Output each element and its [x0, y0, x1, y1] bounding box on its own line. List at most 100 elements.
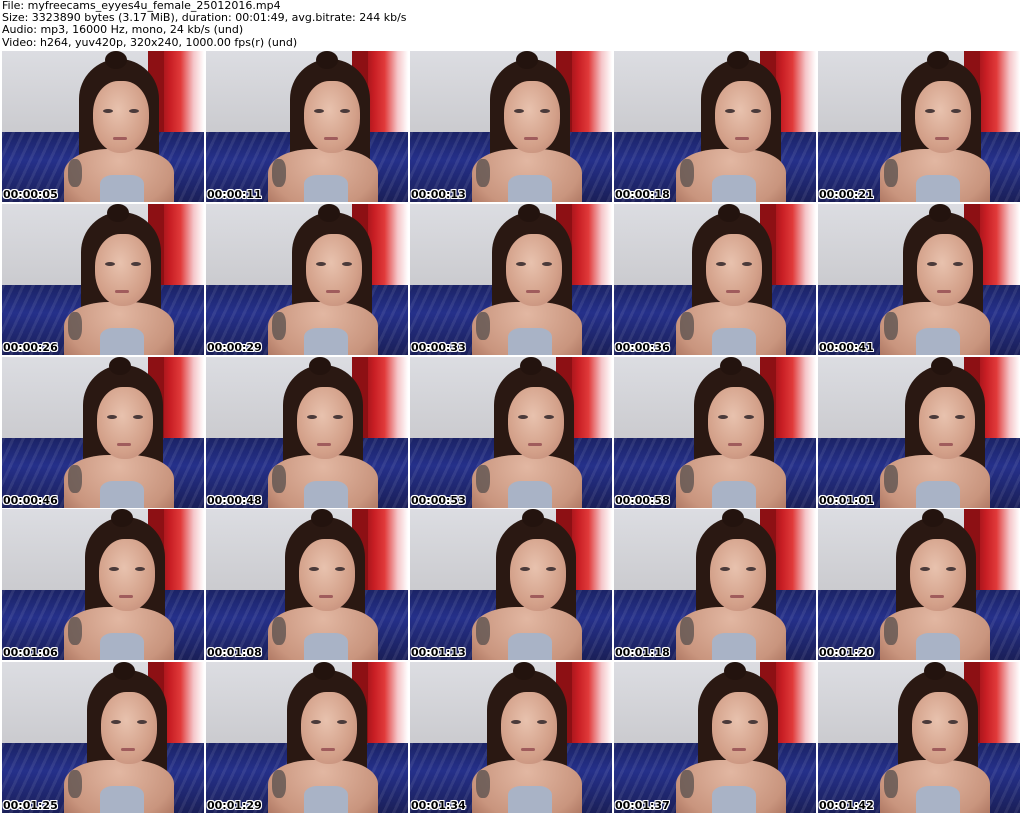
video-thumbnail: 00:01:01	[818, 356, 1020, 508]
left-eye	[720, 567, 730, 572]
arm-tattoo	[680, 159, 694, 187]
right-eye	[542, 261, 552, 266]
right-eye	[335, 567, 345, 572]
video-line: Video: h264, yuv420p, 320x240, 1000.00 f…	[2, 35, 298, 49]
timestamp-label: 00:00:18	[615, 188, 670, 201]
arm-tattoo	[680, 311, 694, 340]
left-eye	[716, 261, 726, 266]
timestamp-label: 00:01:08	[207, 646, 262, 660]
left-eye	[109, 567, 119, 572]
hair-bun	[318, 203, 340, 222]
hair-bun	[316, 51, 338, 69]
video-thumbnail: 00:01:06	[2, 509, 204, 661]
video-thumbnail: 00:00:58	[614, 356, 816, 508]
timestamp-label: 00:00:33	[411, 340, 466, 354]
hair-bun	[518, 203, 540, 222]
arm-tattoo	[476, 617, 490, 646]
right-eye	[751, 109, 761, 113]
timestamp-label: 00:01:20	[819, 646, 874, 660]
face	[506, 233, 562, 306]
hair-bun	[109, 356, 131, 375]
right-eye	[135, 567, 145, 572]
tank-top	[712, 175, 756, 202]
video-thumbnail: 00:01:25	[2, 662, 204, 813]
mouth	[937, 289, 951, 293]
hair-bun	[722, 509, 744, 528]
timestamp-label: 00:00:26	[3, 340, 58, 354]
tank-top	[508, 175, 552, 202]
mouth	[530, 595, 544, 599]
face	[912, 692, 968, 764]
face	[501, 692, 557, 764]
face	[706, 233, 762, 306]
timestamp-label: 00:00:11	[207, 188, 262, 201]
hair-bun	[727, 51, 749, 69]
face	[710, 539, 766, 612]
hair-bun	[922, 509, 944, 528]
video-thumbnail: 00:01:42	[818, 662, 1020, 813]
face	[297, 386, 353, 459]
mouth	[117, 442, 131, 446]
audio-line: Audio: mp3, 16000 Hz, mono, 24 kb/s (und…	[2, 23, 244, 37]
video-thumbnail: 00:00:46	[2, 356, 204, 508]
hair-bun	[931, 356, 953, 375]
timestamp-label: 00:01:42	[819, 799, 874, 812]
right-eye	[744, 414, 754, 419]
hair-bun	[513, 662, 535, 680]
left-eye	[927, 261, 937, 266]
face	[915, 81, 971, 153]
mouth	[939, 442, 953, 446]
video-thumbnail: 00:01:13	[410, 509, 612, 661]
timestamp-label: 00:01:01	[819, 493, 874, 507]
timestamp-label: 00:00:53	[411, 493, 466, 507]
mouth	[319, 595, 333, 599]
left-eye	[718, 414, 728, 419]
mouth	[735, 137, 749, 140]
arm-tattoo	[68, 770, 82, 798]
tank-top	[508, 327, 552, 355]
left-eye	[929, 414, 939, 419]
face	[708, 386, 764, 459]
left-eye	[520, 567, 530, 572]
arm-tattoo	[272, 617, 286, 646]
tank-top	[100, 327, 144, 355]
face	[299, 539, 355, 612]
face	[919, 386, 975, 459]
arm-tattoo	[68, 464, 82, 493]
mouth	[115, 289, 129, 293]
video-thumbnail: 00:00:41	[818, 203, 1020, 355]
left-eye	[925, 109, 935, 113]
left-eye	[518, 414, 528, 419]
timestamp-label: 00:01:18	[615, 646, 670, 660]
face	[101, 692, 157, 764]
tank-top	[712, 633, 756, 661]
tank-top	[712, 786, 756, 813]
left-eye	[514, 109, 524, 113]
timestamp-label: 00:00:05	[3, 188, 58, 201]
timestamp-label: 00:00:13	[411, 188, 466, 201]
face	[712, 692, 768, 764]
right-eye	[340, 109, 350, 113]
video-thumbnail: 00:00:26	[2, 203, 204, 355]
arm-tattoo	[680, 770, 694, 798]
mouth	[930, 595, 944, 599]
face	[715, 81, 771, 153]
tank-top	[508, 633, 552, 661]
video-thumbnail: 00:00:33	[410, 203, 612, 355]
arm-tattoo	[272, 770, 286, 798]
timestamp-label: 00:00:58	[615, 493, 670, 507]
face	[97, 386, 153, 459]
hair-bun	[724, 662, 746, 680]
tank-top	[304, 327, 348, 355]
mouth	[935, 137, 949, 140]
right-eye	[955, 414, 965, 419]
left-eye	[314, 109, 324, 113]
timestamp-label: 00:00:29	[207, 340, 262, 354]
left-eye	[105, 261, 115, 266]
right-eye	[133, 414, 143, 419]
tank-top	[712, 327, 756, 355]
video-thumbnail: 00:00:05	[2, 51, 204, 202]
mouth	[524, 137, 538, 140]
right-eye	[131, 261, 141, 266]
right-eye	[742, 261, 752, 266]
